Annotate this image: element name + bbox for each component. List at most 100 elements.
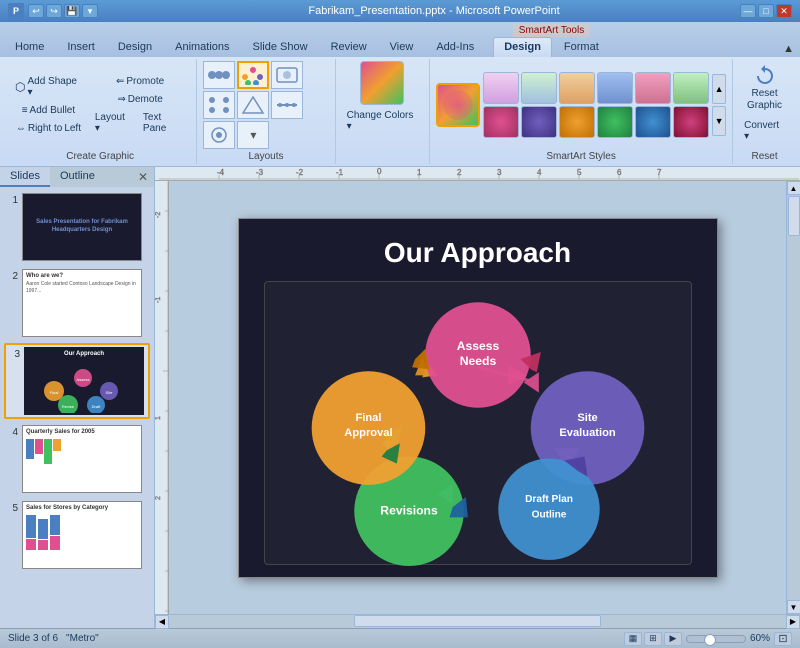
ribbon-group-change-colors: Change Colors ▾ — [336, 59, 430, 164]
tab-insert[interactable]: Insert — [56, 37, 106, 57]
slide-thumb-3[interactable]: 3 Our Approach Assess Site — [4, 343, 150, 419]
smartart-style-11[interactable] — [597, 106, 633, 138]
svg-text:Evaluation: Evaluation — [559, 427, 616, 439]
change-colors-btn[interactable]: Change Colors ▾ — [342, 107, 423, 135]
convert-btn[interactable]: Convert ▾ — [739, 117, 790, 145]
scroll-down-btn[interactable]: ▼ — [787, 600, 800, 614]
text-pane-btn[interactable]: Text Pane — [138, 109, 190, 137]
smartart-style-7[interactable] — [673, 72, 709, 104]
smartart-style-5[interactable] — [597, 72, 633, 104]
svg-text:-1: -1 — [155, 297, 162, 303]
demote-btn[interactable]: ⇒ Demote — [90, 91, 190, 108]
scroll-thumb[interactable] — [788, 196, 800, 236]
layout-item-4[interactable] — [203, 91, 235, 119]
layout-btn[interactable]: Layout ▾ — [90, 109, 136, 137]
scroll-left-btn[interactable]: ◀ — [155, 615, 169, 629]
slide-thumb-2[interactable]: 2 Who are we? Aaron Cole started Contoso… — [4, 267, 150, 339]
smartart-style-8[interactable] — [483, 106, 519, 138]
smartart-style-3[interactable] — [521, 72, 557, 104]
maximize-btn[interactable]: □ — [758, 4, 774, 18]
smartart-styles-label: SmartArt Styles — [546, 149, 615, 162]
zoom-slider[interactable] — [686, 635, 746, 643]
slide-thumb-5[interactable]: 5 Sales for Stores by Category — [4, 499, 150, 571]
slide-image-2: Who are we? Aaron Cole started Contoso L… — [22, 269, 142, 337]
ribbon-collapse-btn[interactable]: ▲ — [777, 41, 800, 57]
vertical-scrollbar[interactable]: ▲ ▼ — [786, 181, 800, 614]
hscroll-thumb[interactable] — [354, 615, 601, 627]
smartart-style-9[interactable] — [521, 106, 557, 138]
title-bar-text: Fabrikam_Presentation.pptx - Microsoft P… — [128, 5, 740, 17]
svg-text:4: 4 — [537, 168, 542, 177]
svg-text:-1: -1 — [336, 168, 344, 177]
zoom-slider-thumb[interactable] — [704, 634, 716, 646]
tab-smartart-design[interactable]: Design — [493, 37, 552, 57]
add-shape-btn[interactable]: ⬡ Add Shape ▾ — [10, 73, 87, 101]
svg-text:0: 0 — [377, 167, 382, 176]
layout-item-6[interactable] — [271, 91, 303, 119]
scroll-track[interactable] — [787, 195, 800, 600]
layout-item-3[interactable] — [271, 61, 303, 89]
smartart-style-12[interactable] — [635, 106, 671, 138]
tab-design[interactable]: Design — [107, 37, 163, 57]
tab-smartart-format[interactable]: Format — [553, 37, 610, 57]
scroll-right-btn[interactable]: ▶ — [786, 615, 800, 629]
smartart-style-6[interactable] — [635, 72, 671, 104]
smartart-style-10[interactable] — [559, 106, 595, 138]
layout-item-5[interactable] — [237, 91, 269, 119]
svg-text:Site: Site — [577, 411, 597, 423]
diagram-frame: Assess Needs Site Evaluation Draft Plan … — [264, 281, 692, 565]
tab-slides[interactable]: Slides — [0, 167, 50, 187]
smartart-style-4[interactable] — [559, 72, 595, 104]
svg-text:Final: Final — [50, 390, 59, 395]
smartart-style-2[interactable] — [483, 72, 519, 104]
normal-view-btn[interactable]: ▦ — [624, 632, 642, 646]
smartart-styles-scroll-up[interactable]: ▲ — [712, 74, 726, 104]
svg-text:-2: -2 — [155, 212, 162, 218]
slide-sorter-btn[interactable]: ⊞ — [644, 632, 662, 646]
tab-review[interactable]: Review — [320, 37, 378, 57]
svg-text:Assess: Assess — [77, 377, 90, 382]
svg-text:Approval: Approval — [344, 427, 392, 439]
tab-animations[interactable]: Animations — [164, 37, 240, 57]
svg-text:3: 3 — [497, 168, 502, 177]
layout-scroll-btn[interactable]: ▾ — [237, 121, 269, 149]
slide-canvas-area[interactable]: Our Approach — [169, 181, 786, 614]
tab-addins[interactable]: Add-Ins — [425, 37, 485, 57]
close-btn[interactable]: ✕ — [776, 4, 792, 18]
slide-thumb-4[interactable]: 4 Quarterly Sales for 2005 — [4, 423, 150, 495]
change-colors-swatch[interactable] — [360, 61, 404, 105]
promote-btn[interactable]: ⇐ Promote — [90, 73, 190, 90]
layout-item-2-selected[interactable] — [237, 61, 269, 89]
save-btn[interactable]: 💾 — [64, 4, 80, 18]
dropdown-btn[interactable]: ▾ — [82, 4, 98, 18]
ruler-horizontal: -4 -3 -2 -1 0 1 2 3 4 5 6 7 — [155, 167, 800, 181]
tab-home[interactable]: Home — [4, 37, 55, 57]
slide-image-5: Sales for Stores by Category — [22, 501, 142, 569]
horizontal-scrollbar[interactable]: ◀ ▶ — [155, 614, 800, 628]
tab-slideshow[interactable]: Slide Show — [242, 37, 319, 57]
fit-slide-btn[interactable]: ⊡ — [774, 632, 792, 646]
slide-thumb-1[interactable]: 1 Sales Presentation for Fabrikam Headqu… — [4, 191, 150, 263]
add-bullet-btn[interactable]: ≡ Add Bullet — [10, 102, 87, 119]
layout-item-1[interactable] — [203, 61, 235, 89]
layout-item-7[interactable] — [203, 121, 235, 149]
redo-btn[interactable]: ↪ — [46, 4, 62, 18]
svg-text:1: 1 — [155, 416, 162, 420]
minimize-btn[interactable]: — — [740, 4, 756, 18]
slideshow-btn[interactable]: ▶ — [664, 632, 682, 646]
scroll-up-btn[interactable]: ▲ — [787, 181, 800, 195]
smartart-style-13[interactable] — [673, 106, 709, 138]
smartart-styles-scroll-down[interactable]: ▼ — [712, 106, 726, 136]
smartart-style-1[interactable] — [436, 83, 480, 127]
right-to-left-btn[interactable]: ⇔ Right to Left — [10, 120, 87, 138]
svg-text:Outline: Outline — [531, 509, 566, 520]
tab-view[interactable]: View — [379, 37, 425, 57]
tab-outline[interactable]: Outline — [50, 167, 105, 187]
svg-text:Revisions: Revisions — [380, 503, 438, 517]
panel-close-btn[interactable]: ✕ — [132, 167, 154, 187]
ribbon-group-create-graphic: ⬡ Add Shape ▾ ≡ Add Bullet ⇔ Right — [4, 59, 197, 164]
slide-image-3: Our Approach Assess Site Draft Revise — [24, 347, 144, 415]
undo-btn[interactable]: ↩ — [28, 4, 44, 18]
reset-graphic-btn[interactable]: ResetGraphic — [742, 61, 787, 115]
zoom-level: 60% — [750, 633, 770, 644]
